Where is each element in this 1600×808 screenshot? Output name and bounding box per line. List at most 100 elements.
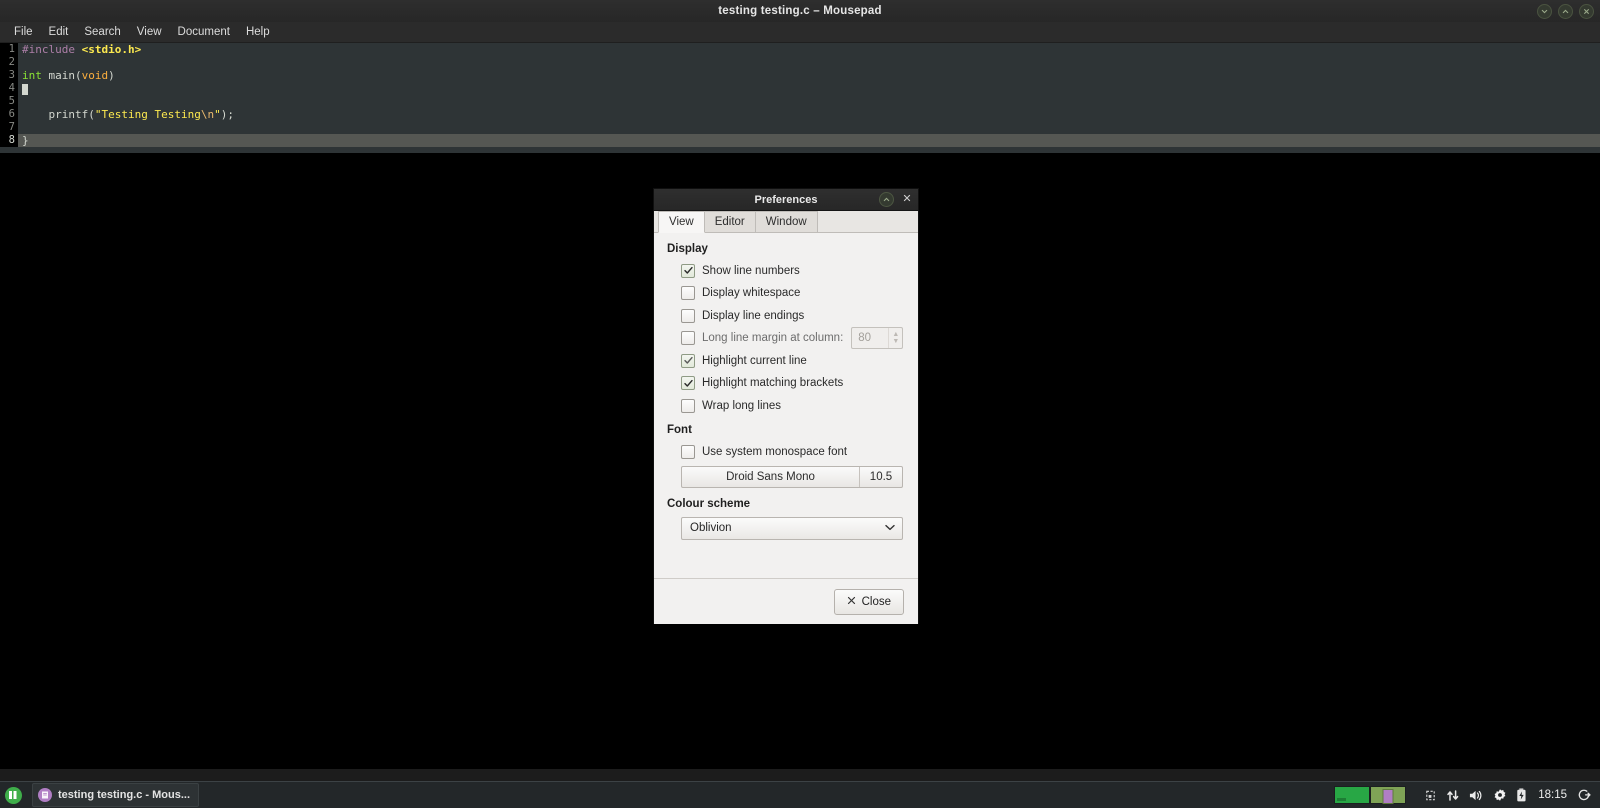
close-button[interactable]: [1579, 3, 1594, 19]
menu-edit[interactable]: Edit: [41, 24, 77, 40]
line-content: }: [22, 134, 29, 147]
battery-icon[interactable]: [1516, 788, 1527, 802]
colour-scheme-heading: Colour scheme: [667, 497, 751, 510]
checkbox[interactable]: [681, 353, 695, 368]
taskbar-window-button[interactable]: testing testing.c - Mous...: [32, 783, 200, 807]
option-display-whitespace[interactable]: Display whitespace: [667, 285, 906, 302]
menubar: File Edit Search View Document Help: [0, 22, 1600, 43]
menu-document[interactable]: Document: [170, 24, 238, 40]
clock[interactable]: 18:15: [1536, 789, 1569, 801]
menu-help[interactable]: Help: [238, 24, 278, 40]
workspace-switcher[interactable]: [1334, 782, 1407, 808]
checkbox[interactable]: [681, 286, 695, 300]
code-line-current[interactable]: 8 }: [0, 134, 1600, 147]
tab-window[interactable]: Window: [754, 211, 818, 232]
checkbox[interactable]: [681, 308, 695, 323]
applications-menu-button[interactable]: [0, 782, 26, 808]
check-icon: [683, 356, 693, 364]
workspace-1[interactable]: [1334, 786, 1371, 804]
code-lines[interactable]: 1 #include <stdio.h> 2 3 int main(void) …: [0, 43, 1600, 147]
code-line[interactable]: 7: [0, 121, 1600, 134]
tabpane-view: Display Show line numbers Display whites…: [654, 233, 918, 579]
settings-gear-icon[interactable]: [1493, 788, 1507, 802]
dialog-body: View Editor Window Display Show line num…: [654, 211, 918, 624]
option-label: Wrap long lines: [702, 399, 782, 412]
clipboard-icon[interactable]: [1424, 789, 1437, 802]
checkbox[interactable]: [681, 331, 695, 345]
chevron-down-icon: [1541, 9, 1548, 13]
close-button[interactable]: Close: [833, 588, 904, 615]
code-line[interactable]: 5: [0, 95, 1600, 108]
line-number: 3: [0, 69, 18, 82]
mousepad-icon: [38, 788, 52, 802]
line-number: 1: [0, 43, 18, 56]
dialog-close-button[interactable]: [901, 194, 913, 205]
code-line[interactable]: 3 int main(void): [0, 69, 1600, 82]
option-show-line-numbers[interactable]: Show line numbers: [667, 262, 906, 279]
option-display-line-endings[interactable]: Display line endings: [667, 307, 906, 324]
code-line[interactable]: 4: [0, 82, 1600, 95]
line-number: 2: [0, 56, 18, 69]
menu-view[interactable]: View: [129, 24, 170, 40]
dialog-tabs: View Editor Window: [654, 211, 918, 233]
check-icon: [683, 266, 693, 274]
option-highlight-current-line[interactable]: Highlight current line: [667, 352, 906, 369]
option-label: Long line margin at column:: [702, 332, 844, 344]
close-icon: [903, 194, 911, 202]
tab-editor[interactable]: Editor: [703, 211, 756, 232]
maximize-button[interactable]: [1558, 3, 1573, 19]
workspace-2[interactable]: [1370, 786, 1407, 804]
option-use-system-monospace-font[interactable]: Use system monospace font: [667, 443, 906, 460]
volume-icon[interactable]: [1469, 789, 1484, 802]
line-content: [18, 82, 28, 95]
dialog-maximize-button[interactable]: [879, 192, 894, 207]
system-tray: 18:15: [1406, 788, 1600, 802]
colour-scheme-select[interactable]: Oblivion: [681, 516, 903, 540]
spinner-arrows[interactable]: ▲ ▼: [888, 328, 902, 348]
chevron-up-icon: [1562, 9, 1569, 13]
preferences-dialog: Preferences View Editor Window Display S…: [653, 188, 919, 624]
line-number: 8: [0, 134, 18, 147]
tab-view[interactable]: View: [658, 211, 705, 233]
option-highlight-matching-brackets[interactable]: Highlight matching brackets: [667, 375, 906, 392]
window-title: testing testing.c – Mousepad: [718, 5, 882, 17]
workspace-window-thumbnail: [1382, 789, 1394, 804]
margin-column-value: 80: [858, 332, 872, 344]
checkbox[interactable]: [681, 376, 695, 390]
code-line[interactable]: 2: [0, 56, 1600, 69]
applications-menu-icon: [4, 786, 22, 804]
spinner-up-icon[interactable]: ▲: [892, 331, 899, 338]
network-icon[interactable]: [1446, 789, 1460, 802]
font-size-value: 10.5: [859, 466, 902, 487]
taskbar: testing testing.c - Mous... 18:15: [0, 781, 1600, 808]
display-section-heading: Display: [667, 243, 708, 255]
option-wrap-long-lines[interactable]: Wrap long lines: [667, 397, 906, 414]
option-label: Display line endings: [702, 309, 805, 322]
line-content: int main(void): [22, 69, 115, 82]
checkbox[interactable]: [681, 263, 695, 278]
code-line[interactable]: 1 #include <stdio.h>: [0, 43, 1600, 56]
line-number: 4: [0, 82, 18, 95]
option-label: Highlight matching brackets: [702, 377, 844, 389]
logout-icon[interactable]: [1578, 788, 1592, 802]
checkbox[interactable]: [681, 444, 695, 459]
taskbar-window-label: testing testing.c - Mous...: [58, 789, 191, 801]
option-long-line-margin[interactable]: Long line margin at column: 80 ▲ ▼: [667, 327, 906, 349]
minimize-button[interactable]: [1537, 3, 1552, 19]
checkbox[interactable]: [681, 398, 695, 413]
font-chooser-button[interactable]: Droid Sans Mono 10.5: [681, 465, 903, 488]
chevron-down-icon: [885, 523, 895, 533]
line-content: printf("Testing Testing\n");: [22, 108, 234, 121]
taskbar-left: testing testing.c - Mous...: [0, 782, 200, 808]
close-icon: [847, 596, 856, 608]
close-icon: [1584, 8, 1589, 14]
margin-column-spinner[interactable]: 80 ▲ ▼: [851, 327, 904, 349]
option-label: Display whitespace: [702, 287, 801, 299]
spinner-down-icon[interactable]: ▼: [892, 338, 899, 345]
code-line[interactable]: 6 printf("Testing Testing\n");: [0, 108, 1600, 121]
main-window-titlebar: testing testing.c – Mousepad: [0, 0, 1600, 23]
menu-file[interactable]: File: [6, 24, 41, 40]
option-label: Show line numbers: [702, 264, 800, 277]
menu-search[interactable]: Search: [76, 24, 128, 40]
option-label: Highlight current line: [702, 354, 807, 367]
